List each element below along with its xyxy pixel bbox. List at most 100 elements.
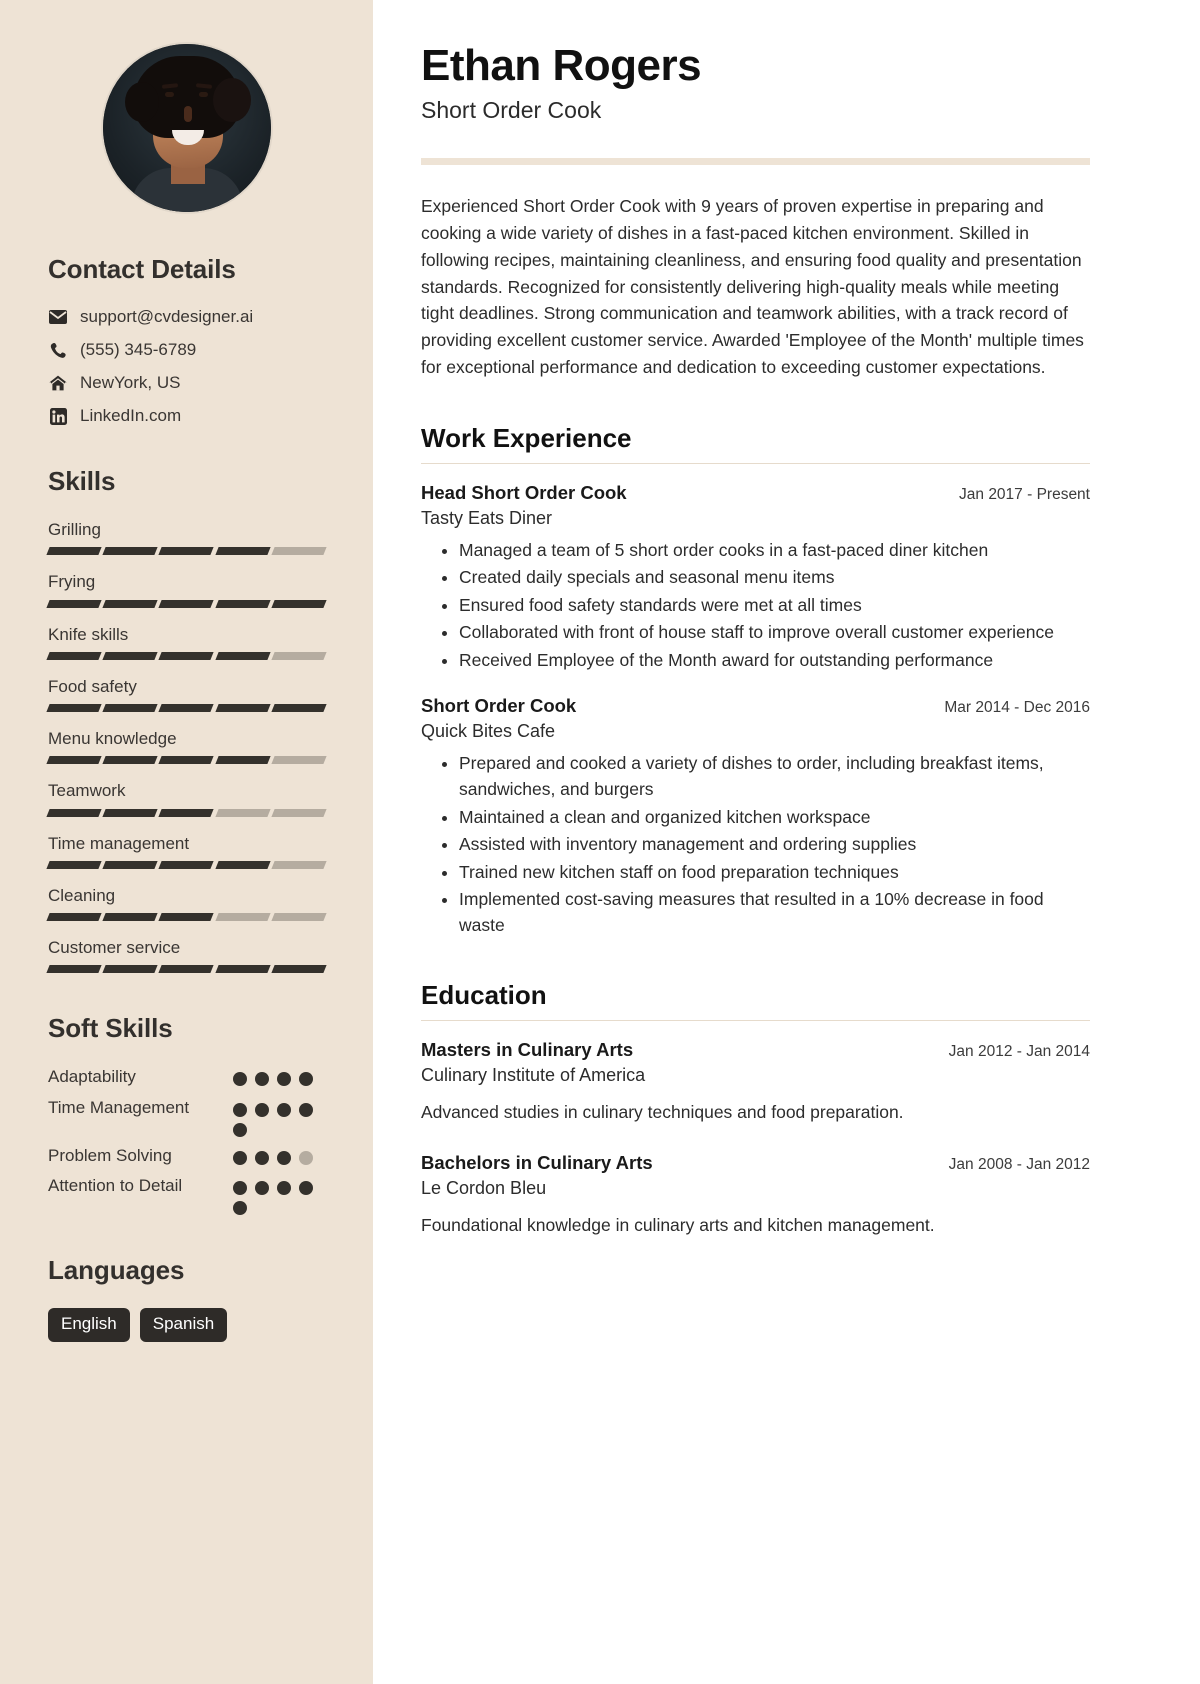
- job-title: Head Short Order Cook: [421, 481, 627, 503]
- skill-rating-bar: [46, 808, 327, 817]
- page-title: Ethan Rogers: [421, 41, 702, 90]
- contact-item-email[interactable]: support@cvdesigner.ai: [48, 307, 325, 327]
- avatar-eye-left: [164, 92, 174, 97]
- contact-item-location[interactable]: NewYork, US: [48, 373, 325, 393]
- skill-rating-segment: [46, 913, 102, 921]
- soft-skill-rating-dots: [233, 1175, 321, 1216]
- soft-skill-rating-dot: [255, 1072, 269, 1087]
- job-date-range: Mar 2014 - Dec 2016: [944, 699, 1090, 717]
- soft-skill-rating-dot: [277, 1102, 291, 1117]
- skill-rating-segment: [46, 651, 102, 660]
- skill-rating-segment: [46, 547, 102, 556]
- skill-rating-segment: [214, 547, 271, 556]
- skill-rating-segment: [271, 808, 327, 817]
- education-entry: Masters in Culinary Arts Jan 2012 - Jan 2…: [421, 1039, 1090, 1125]
- skill-rating-segment: [102, 651, 159, 660]
- skill-label: Frying: [48, 572, 96, 592]
- soft-skill-rating-dot: [299, 1150, 313, 1165]
- job-bullet: Received Employee of the Month award for…: [459, 648, 1090, 674]
- skills-heading: Skills: [48, 466, 116, 496]
- education-description: Foundational knowledge in culinary arts …: [421, 1214, 935, 1235]
- envelope-icon: [48, 308, 68, 326]
- education-date-range: Jan 2012 - Jan 2014: [948, 1043, 1090, 1061]
- skill-label: Cleaning: [48, 885, 116, 905]
- soft-skill-rating-dot: [233, 1181, 247, 1196]
- skill-rating-segment: [158, 808, 215, 817]
- sidebar: Contact Details support@cvdesigner.ai (5…: [0, 0, 373, 1684]
- institution-name: Le Cordon Bleu: [421, 1177, 547, 1198]
- avatar-hair: [124, 56, 251, 138]
- soft-skill-rating-dot: [233, 1072, 247, 1087]
- skill-rating-segment: [271, 547, 327, 556]
- soft-skill-label: Time Management: [48, 1097, 190, 1117]
- job-bullet: Implemented cost-saving measures that re…: [459, 887, 1090, 938]
- skill-rating-segment: [214, 599, 271, 608]
- skill-rating-segment: [271, 913, 327, 921]
- soft-skill-item: Problem Solving: [48, 1145, 325, 1168]
- contact-list: support@cvdesigner.ai (555) 345-6789 New…: [48, 307, 325, 426]
- skill-rating-segment: [46, 704, 102, 712]
- language-chip[interactable]: English: [48, 1308, 130, 1343]
- skill-rating-segment: [158, 860, 215, 869]
- soft-skill-rating-dot: [255, 1102, 269, 1117]
- skill-label: Time management: [48, 833, 190, 853]
- skill-rating-segment: [102, 860, 159, 869]
- job-bullet: Managed a team of 5 short order cooks in…: [459, 538, 1090, 564]
- skill-item: Cleaning: [46, 885, 327, 921]
- skills-list: Grilling Frying Knife skills Food safety Men…: [46, 519, 327, 974]
- resume-page: Contact Details support@cvdesigner.ai (5…: [0, 0, 1200, 1684]
- soft-skill-rating-dot: [233, 1102, 247, 1117]
- skill-rating-segment: [158, 756, 215, 765]
- skill-rating-segment: [46, 808, 102, 817]
- skill-rating-segment: [102, 704, 159, 712]
- soft-skill-rating-dots: [233, 1066, 321, 1087]
- skill-label: Menu knowledge: [48, 729, 177, 748]
- skill-rating-segment: [271, 965, 327, 974]
- skill-rating-segment: [214, 704, 271, 712]
- entry-header: Head Short Order Cook Jan 2017 - Present: [421, 482, 1090, 504]
- skill-item: Time management: [46, 833, 327, 869]
- avatar-eye-right: [198, 92, 208, 97]
- skill-rating-bar: [46, 965, 327, 974]
- header-divider: [421, 158, 1090, 166]
- professional-summary: Experienced Short Order Cook with 9 year…: [421, 196, 1084, 377]
- skill-rating-segment: [271, 599, 327, 608]
- main-content: Ethan Rogers Short Order Cook Experience…: [373, 0, 1200, 1684]
- soft-skill-rating-dots: [233, 1097, 321, 1137]
- skill-item: Grilling: [46, 519, 327, 556]
- job-bullet: Assisted with inventory management and o…: [459, 832, 1090, 858]
- skill-rating-segment: [102, 913, 159, 921]
- skill-rating-segment: [214, 860, 271, 869]
- contact-item-phone[interactable]: (555) 345-6789: [48, 340, 325, 360]
- soft-skill-rating-dot: [255, 1150, 269, 1165]
- soft-skill-item: Adaptability: [48, 1066, 325, 1089]
- job-bullet-list: Managed a team of 5 short order cooks in…: [421, 538, 1090, 674]
- skill-rating-segment: [102, 808, 159, 817]
- skill-label: Teamwork: [48, 781, 126, 801]
- employer-name: Tasty Eats Diner: [421, 507, 553, 528]
- skill-rating-segment: [46, 599, 102, 608]
- skill-item: Menu knowledge: [46, 728, 327, 765]
- skill-rating-segment: [214, 965, 271, 974]
- contact-phone-value: (555) 345-6789: [80, 340, 197, 359]
- soft-skill-rating-dot: [299, 1102, 313, 1117]
- soft-skill-rating-dot: [233, 1150, 247, 1165]
- soft-skill-rating-dot: [277, 1181, 291, 1196]
- entry-header: Masters in Culinary Arts Jan 2012 - Jan 2…: [421, 1039, 1090, 1061]
- skill-rating-segment: [158, 547, 215, 556]
- skill-rating-segment: [214, 651, 271, 660]
- soft-skill-rating-dot: [255, 1181, 269, 1196]
- skill-rating-segment: [214, 808, 271, 817]
- education-list: Masters in Culinary Arts Jan 2012 - Jan 2…: [421, 1039, 1090, 1238]
- linkedin-icon: [48, 407, 68, 425]
- skill-rating-segment: [46, 965, 102, 974]
- contact-item-linkedin[interactable]: LinkedIn.com: [48, 406, 325, 426]
- skill-item: Teamwork: [46, 780, 327, 817]
- job-title: Short Order Cook: [421, 695, 577, 717]
- skill-rating-bar: [46, 599, 327, 608]
- skill-rating-segment: [214, 913, 271, 921]
- skill-rating-segment: [46, 756, 102, 765]
- language-chip[interactable]: Spanish: [139, 1308, 228, 1343]
- job-bullet: Ensured food safety standards were met a…: [459, 593, 1090, 619]
- skill-label: Grilling: [48, 520, 101, 539]
